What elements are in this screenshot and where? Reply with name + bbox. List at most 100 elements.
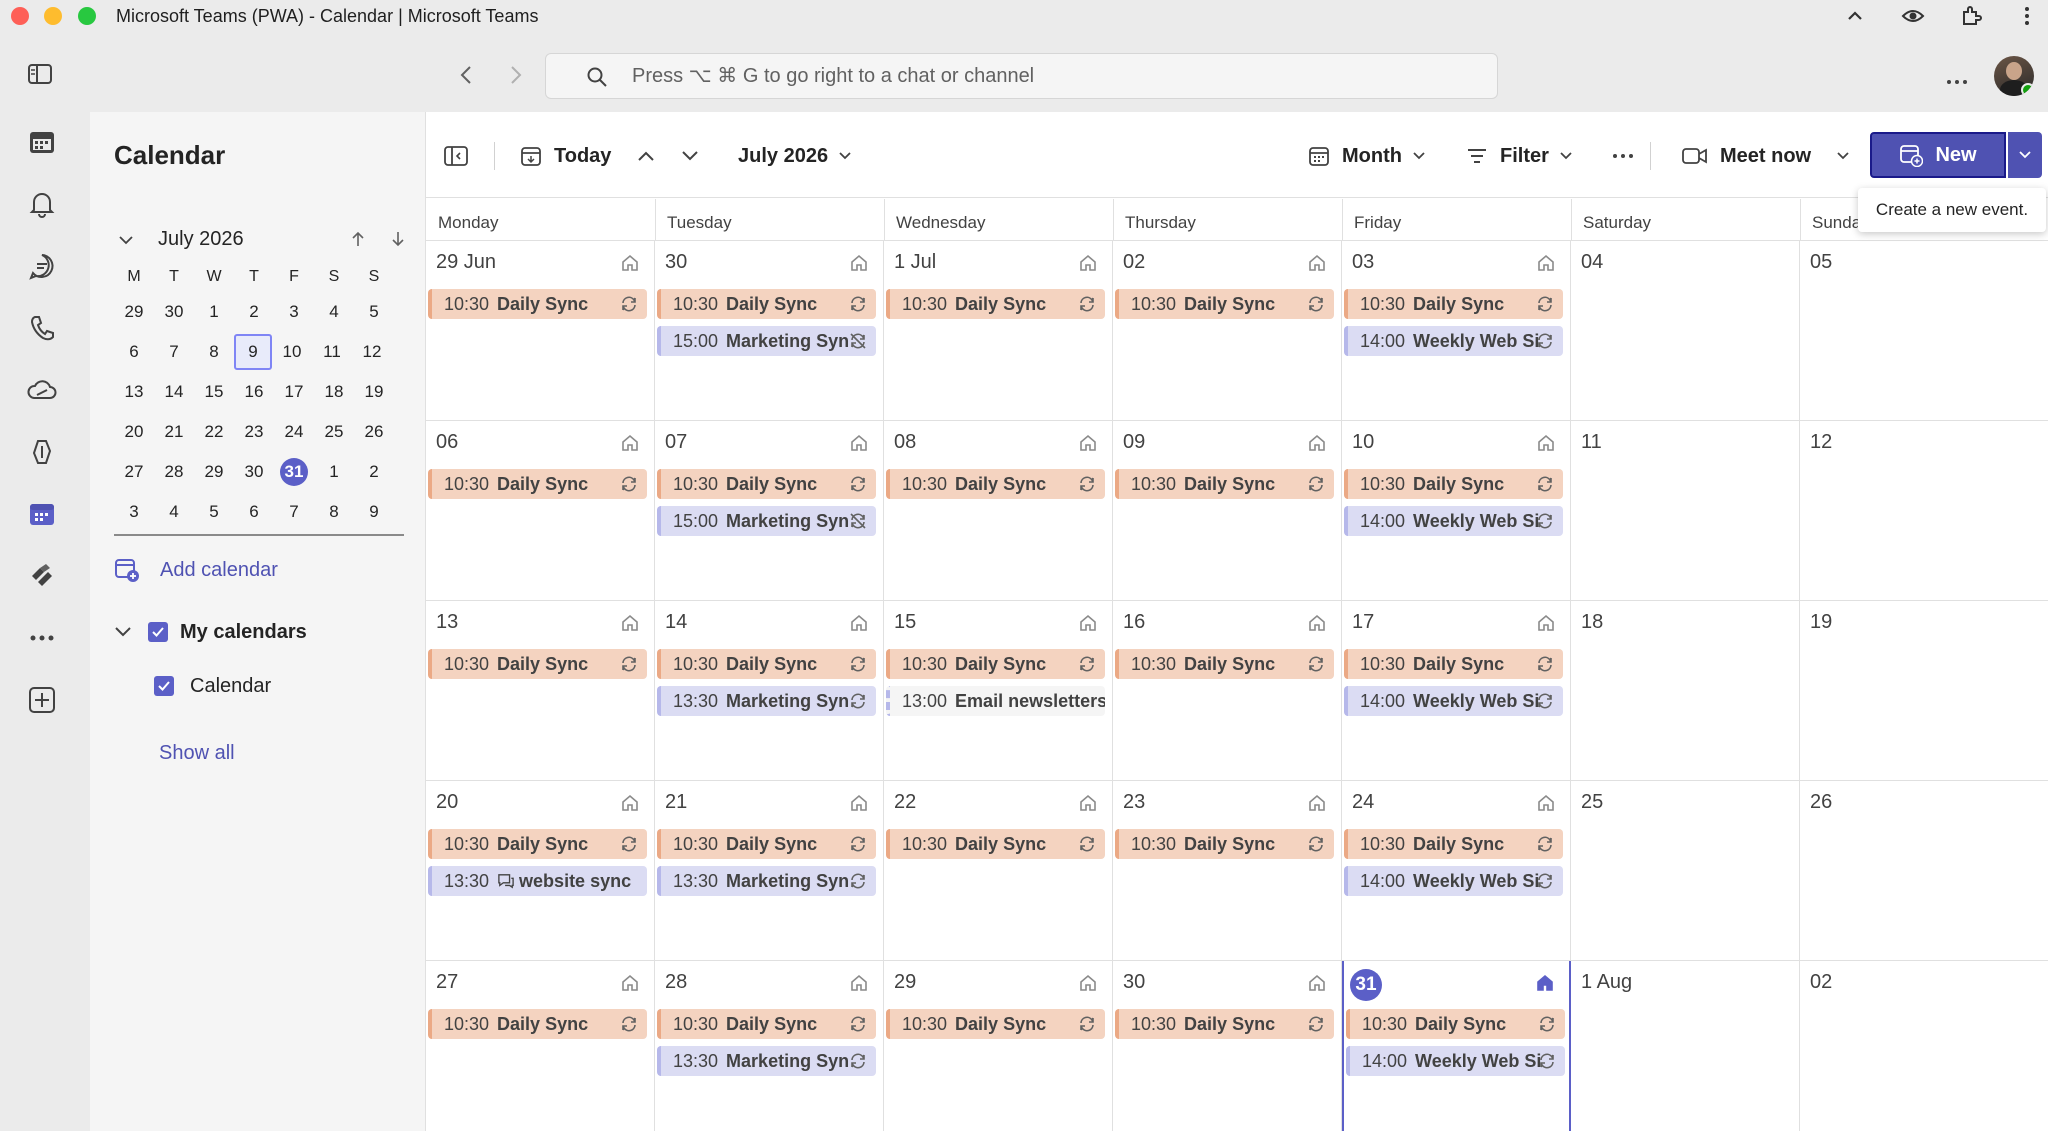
calendar-event[interactable]: 14:00 Weekly Web Si (1344, 866, 1563, 896)
work-location-home-icon[interactable] (849, 793, 869, 813)
calendar-event[interactable]: 10:30 Daily Sync (1115, 289, 1334, 319)
calendar-day-cell[interactable]: 30 10:30 Daily Sync (1113, 961, 1342, 1131)
calendar-event[interactable]: 15:00 Marketing Syn (657, 326, 876, 356)
mini-calendar-day[interactable]: 12 (352, 334, 392, 370)
mini-calendar-day[interactable]: 5 (194, 494, 234, 530)
calendar-event[interactable]: 10:30 Daily Sync (657, 469, 876, 499)
toggle-sidebar-button[interactable] (444, 136, 468, 176)
work-location-home-icon[interactable] (1078, 793, 1098, 813)
rail-planner-icon[interactable] (22, 556, 62, 596)
rail-more-apps-icon[interactable] (22, 618, 62, 658)
rail-add-app-icon[interactable] (22, 680, 62, 720)
work-location-home-icon[interactable] (620, 433, 640, 453)
mini-calendar-day[interactable]: 28 (154, 454, 194, 490)
calendar-day-cell[interactable]: 12 (1800, 421, 2048, 601)
mini-calendar-day[interactable]: 24 (274, 414, 314, 450)
mini-calendar-day[interactable]: 23 (234, 414, 274, 450)
calendar-event[interactable]: 10:30 Daily Sync (428, 1009, 647, 1039)
calendar-event[interactable]: 10:30 Daily Sync (657, 649, 876, 679)
more-options-icon[interactable] (1946, 72, 1968, 90)
back-icon[interactable] (458, 64, 474, 91)
mini-calendar-day[interactable]: 1 (314, 454, 354, 490)
mini-calendar-day[interactable]: 17 (274, 374, 314, 410)
mini-calendar-day[interactable]: 4 (154, 494, 194, 530)
meet-now-dropdown[interactable] (1836, 136, 1850, 176)
mini-calendar-day[interactable]: 19 (354, 374, 394, 410)
work-location-home-icon[interactable] (1078, 973, 1098, 993)
meet-now-button[interactable]: Meet now (1682, 136, 1811, 176)
mini-calendar-day[interactable]: 2 (354, 454, 394, 490)
show-all-link[interactable]: Show all (159, 742, 235, 765)
calendar-day-cell[interactable]: 21 10:30 Daily Sync 13:30 Marketing Syn (655, 781, 884, 961)
calendar-day-cell[interactable]: 24 10:30 Daily Sync 14:00 Weekly Web Si (1342, 781, 1571, 961)
mini-calendar-month[interactable]: July 2026 (158, 228, 244, 251)
calendar-event[interactable]: 13:30 website sync (428, 866, 647, 896)
calendar-event[interactable]: 10:30 Daily Sync (886, 469, 1105, 499)
mini-calendar-day[interactable]: 30 (154, 294, 194, 330)
calendar-event[interactable]: 10:30 Daily Sync (1344, 649, 1563, 679)
calendar-day-cell[interactable]: 22 10:30 Daily Sync (884, 781, 1113, 961)
mini-calendar-day[interactable]: 6 (114, 334, 154, 370)
work-location-home-icon[interactable] (620, 613, 640, 633)
calendar-day-cell[interactable]: 23 10:30 Daily Sync (1113, 781, 1342, 961)
my-calendars-checkbox[interactable] (148, 622, 168, 642)
mini-calendar-day[interactable]: 6 (234, 494, 274, 530)
calendar-day-cell[interactable]: 02 10:30 Daily Sync (1113, 241, 1342, 421)
mini-calendar-day[interactable]: 31 (274, 454, 314, 490)
calendar-event[interactable]: 10:30 Daily Sync (1344, 289, 1563, 319)
mini-calendar-day[interactable]: 9 (354, 494, 394, 530)
month-picker-button[interactable]: July 2026 (738, 136, 852, 176)
calendar-event[interactable]: 10:30 Daily Sync (886, 829, 1105, 859)
work-location-home-icon[interactable] (849, 613, 869, 633)
calendar-event[interactable]: 10:30 Daily Sync (1115, 649, 1334, 679)
calendar-event[interactable]: 10:30 Daily Sync (657, 1009, 876, 1039)
mini-calendar-day[interactable]: 20 (114, 414, 154, 450)
work-location-home-icon[interactable] (1536, 433, 1556, 453)
mini-calendar-day[interactable]: 29 (114, 294, 154, 330)
calendar-event[interactable]: 10:30 Daily Sync (1115, 829, 1334, 859)
calendar-day-cell[interactable]: 08 10:30 Daily Sync (884, 421, 1113, 601)
work-location-home-icon[interactable] (1307, 613, 1327, 633)
work-location-home-icon[interactable] (620, 793, 640, 813)
work-location-home-icon[interactable] (849, 973, 869, 993)
filter-button[interactable]: Filter (1466, 136, 1573, 176)
calendar-event[interactable]: 10:30 Daily Sync (428, 469, 647, 499)
calendar-day-cell[interactable]: 31 10:30 Daily Sync 14:00 Weekly Web Si (1342, 961, 1571, 1131)
calendar-event[interactable]: 10:30 Daily Sync (657, 289, 876, 319)
calendar-day-cell[interactable]: 04 (1571, 241, 1800, 421)
work-location-home-icon[interactable] (620, 253, 640, 273)
my-calendars-group[interactable]: My calendars (114, 614, 307, 650)
calendar-event[interactable]: 14:00 Weekly Web Si (1344, 326, 1563, 356)
rail-activity-calendar-icon[interactable] (22, 122, 62, 162)
calendar-event[interactable]: 14:00 Weekly Web Si (1344, 686, 1563, 716)
mini-calendar-day[interactable]: 25 (314, 414, 354, 450)
previous-month-button[interactable] (636, 136, 656, 176)
calendar-day-cell[interactable]: 30 10:30 Daily Sync 15:00 Marketing Syn (655, 241, 884, 421)
calendar-day-cell[interactable]: 09 10:30 Daily Sync (1113, 421, 1342, 601)
forward-icon[interactable] (508, 64, 524, 91)
work-location-home-icon[interactable] (1078, 613, 1098, 633)
rail-chat-icon[interactable] (22, 246, 62, 286)
calendar-day-cell[interactable]: 17 10:30 Daily Sync 14:00 Weekly Web Si (1342, 601, 1571, 781)
calendar-day-cell[interactable]: 29 Jun 10:30 Daily Sync (426, 241, 655, 421)
calendar-event[interactable]: 14:00 Weekly Web Si (1346, 1046, 1565, 1076)
calendar-day-cell[interactable]: 15 10:30 Daily Sync 13:00 Email newsletters (884, 601, 1113, 781)
calendar-day-cell[interactable]: 27 10:30 Daily Sync (426, 961, 655, 1131)
work-location-home-icon[interactable] (1535, 973, 1555, 993)
chevron-down-icon[interactable] (118, 234, 134, 246)
work-location-home-icon[interactable] (1307, 973, 1327, 993)
extensions-icon[interactable] (1958, 4, 1984, 28)
work-location-home-icon[interactable] (1078, 253, 1098, 273)
calendar-day-cell[interactable]: 26 (1800, 781, 2048, 961)
mini-calendar-day[interactable]: 8 (194, 334, 234, 370)
calendar-event[interactable]: 13:00 Email newsletters (886, 686, 1105, 716)
calendar-day-cell[interactable]: 20 10:30 Daily Sync 13:30 website sync (426, 781, 655, 961)
calendar-day-cell[interactable]: 05 (1800, 241, 2048, 421)
calendar-day-cell[interactable]: 1 Jul 10:30 Daily Sync (884, 241, 1113, 421)
work-location-home-icon[interactable] (1536, 613, 1556, 633)
calendar-list-item[interactable]: Calendar (154, 668, 271, 704)
work-location-home-icon[interactable] (620, 973, 640, 993)
calendar-day-cell[interactable]: 07 10:30 Daily Sync 15:00 Marketing Syn (655, 421, 884, 601)
work-location-home-icon[interactable] (1536, 253, 1556, 273)
calendar-event[interactable]: 10:30 Daily Sync (657, 829, 876, 859)
